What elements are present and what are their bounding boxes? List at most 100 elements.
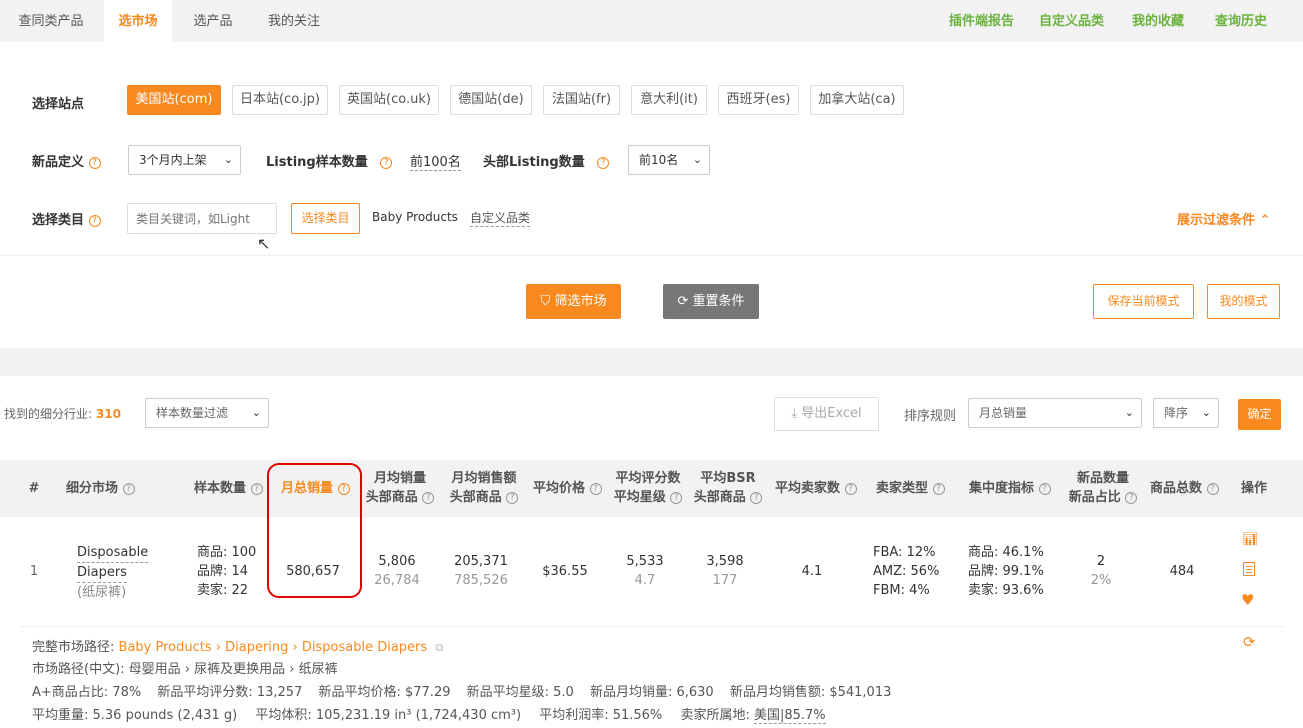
help-icon[interactable]: ? <box>1038 482 1051 495</box>
sample-filter-select[interactable]: 样本数量过滤 ⌄ <box>145 398 269 428</box>
site-es[interactable]: 西班牙(es) <box>718 85 799 115</box>
help-icon[interactable]: ? <box>670 491 683 504</box>
avg-bsr-cell: 3,598 177 <box>692 552 758 590</box>
help-icon[interactable]: ? <box>844 482 857 495</box>
chevron-down-icon: ⌄ <box>223 153 233 166</box>
sample-cell: 商品: 100 品牌: 14 卖家: 22 <box>197 543 256 600</box>
site-fr[interactable]: 法国站(fr) <box>543 85 620 115</box>
site-ca[interactable]: 加拿大站(ca) <box>810 85 904 115</box>
col-avg-price: 平均价格 ? <box>533 479 602 498</box>
col-new-products-line2: 新品占比 ? <box>1066 488 1140 507</box>
market-name-link[interactable]: Disposable Diapers (纸尿裤) <box>77 543 149 602</box>
row-index: 1 <box>29 564 39 579</box>
market-path-cn: 市场路径(中文): 母婴用品 › 尿裤及更换用品 › 纸尿裤 <box>32 662 338 677</box>
col-operations: 操作 <box>1241 481 1268 496</box>
chevron-down-icon: ⌄ <box>251 406 261 419</box>
tab-my-follow[interactable]: 我的关注 <box>254 0 334 42</box>
help-icon[interactable]: ? <box>422 491 435 504</box>
help-icon[interactable]: ? <box>88 156 101 169</box>
top-tab-bar: 查同类产品 选市场 选产品 我的关注 插件端报告 自定义品类 我的收藏 查询历史 <box>0 0 1303 42</box>
tab-same-products[interactable]: 查同类产品 <box>0 0 102 42</box>
conc-sellers-value: 卖家: 93.6% <box>968 583 1044 598</box>
sort-field-select[interactable]: 月总销量 ⌄ <box>968 398 1142 428</box>
my-mode-button[interactable]: 我的模式 <box>1207 284 1280 319</box>
site-us[interactable]: 美国站(com) <box>127 85 221 115</box>
heart-icon[interactable]: ♥ <box>1241 591 1254 609</box>
col-avg-revenue: 月均销售额 头部商品 ? <box>446 469 522 507</box>
tab-select-market[interactable]: 选市场 <box>104 0 172 42</box>
site-jp[interactable]: 日本站(co.jp) <box>232 85 328 115</box>
sellers-value: 4.1 <box>801 564 823 579</box>
refresh-icon[interactable]: ⟳ <box>1243 633 1256 651</box>
avg-revenue-value: 205,371 <box>454 554 508 569</box>
plugin-report-link[interactable]: 插件端报告 <box>949 0 1014 44</box>
save-mode-button[interactable]: 保存当前模式 <box>1093 284 1194 319</box>
sort-label: 排序规则 <box>904 409 957 424</box>
found-count-label: 找到的细分行业: 310 <box>4 407 121 421</box>
site-it[interactable]: 意大利(it) <box>631 85 707 115</box>
path-link-3[interactable]: Disposable Diapers <box>302 640 427 655</box>
new-def-select[interactable]: 3个月内上架 ⌄ <box>128 145 241 175</box>
help-icon[interactable]: ? <box>589 482 602 495</box>
reset-button[interactable]: ⟳ 重置条件 <box>663 284 759 319</box>
help-icon[interactable]: ? <box>932 482 945 495</box>
col-avg-revenue-line2: 头部商品 ? <box>446 488 522 507</box>
new-avg-stars: 新品平均星级: 5.0 <box>466 685 574 700</box>
row-divider <box>20 626 1283 627</box>
head-listing-select[interactable]: 前10名 ⌄ <box>628 145 710 175</box>
my-favorites-link[interactable]: 我的收藏 <box>1132 0 1184 44</box>
col-avg-bsr: 平均BSR 头部商品 ? <box>692 469 764 507</box>
custom-category-link[interactable]: 自定义品类 <box>1039 0 1104 44</box>
expand-filters-toggle[interactable]: 展示过滤条件 ⌃ <box>1177 209 1270 228</box>
site-de[interactable]: 德国站(de) <box>450 85 532 115</box>
col-market: 细分市场 ? <box>66 479 135 498</box>
help-icon[interactable]: ? <box>250 482 263 495</box>
col-sample: 样本数量 ? <box>194 479 263 498</box>
refresh-icon: ⟳ <box>677 294 689 309</box>
help-icon[interactable]: ? <box>506 491 519 504</box>
custom-category-toggle[interactable]: 自定义品类 <box>470 209 531 227</box>
avg-stars-value: 4.7 <box>634 573 656 588</box>
help-icon[interactable]: ? <box>1206 482 1219 495</box>
confirm-sort-button[interactable]: 确定 <box>1238 399 1281 430</box>
site-uk[interactable]: 英国站(co.uk) <box>339 85 439 115</box>
chart-icon[interactable]: 📊︎ <box>1242 532 1259 547</box>
help-icon[interactable]: ? <box>597 156 610 169</box>
col-avg-sales-line1: 月均销量 <box>373 471 426 486</box>
seller-location-label: 卖家所属地: <box>680 708 750 723</box>
help-icon[interactable]: ? <box>122 482 135 495</box>
help-icon[interactable]: ? <box>750 491 763 504</box>
new-products-cell: 2 2% <box>1071 552 1131 590</box>
avg-bsr-value: 3,598 <box>706 554 744 569</box>
section-separator <box>0 348 1303 376</box>
table-row[interactable]: 1 Disposable Diapers (纸尿裤) 商品: 100 品牌: 1… <box>0 517 1303 627</box>
sample-count-value[interactable]: 前100名 <box>410 151 461 171</box>
chevron-down-icon: ⌄ <box>692 153 702 166</box>
aplus-ratio: A+商品占比: 78% <box>32 685 142 700</box>
avg-weight: 平均重量: 5.36 pounds (2,431 g) <box>32 708 238 723</box>
seller-type-cell: FBA: 12% AMZ: 56% FBM: 4% <box>873 543 939 600</box>
download-icon: ⤓ <box>791 406 798 421</box>
path-link-1[interactable]: Baby Products <box>119 640 212 655</box>
col-total-products: 商品总数 ? <box>1150 479 1219 498</box>
new-product-stats: A+商品占比: 78% 新品平均评分数: 13,257 新品平均价格: $77.… <box>32 681 891 700</box>
export-excel-button[interactable]: ⤓ 导出Excel <box>774 397 879 431</box>
help-icon[interactable]: ? <box>1125 491 1138 504</box>
sort-order-select[interactable]: 降序 ⌄ <box>1153 398 1219 428</box>
avg-revenue-cell: 205,371 785,526 <box>446 552 516 590</box>
market-path-label: 完整市场路径: <box>32 640 115 655</box>
path-link-2[interactable]: Diapering <box>225 640 288 655</box>
query-history-link[interactable]: 查询历史 <box>1215 0 1267 44</box>
col-avg-sales-line2: 头部商品 ? <box>364 488 436 507</box>
col-avg-rating-line2: 平均星级 ? <box>612 488 684 507</box>
help-icon[interactable]: ? <box>380 156 393 169</box>
select-category-button[interactable]: 选择类目 <box>291 203 360 234</box>
document-icon[interactable] <box>1243 562 1255 576</box>
tab-select-product[interactable]: 选产品 <box>180 0 246 42</box>
new-avg-sales: 新品月均销量: 6,630 <box>589 685 714 700</box>
filter-market-button[interactable]: ⛉ 筛选市场 <box>526 284 621 319</box>
help-icon[interactable]: ? <box>88 214 101 227</box>
category-search-input[interactable] <box>127 203 277 234</box>
seller-location-value[interactable]: 美国|85.7% <box>753 708 826 724</box>
external-link-icon[interactable]: ⧉ <box>435 641 443 654</box>
